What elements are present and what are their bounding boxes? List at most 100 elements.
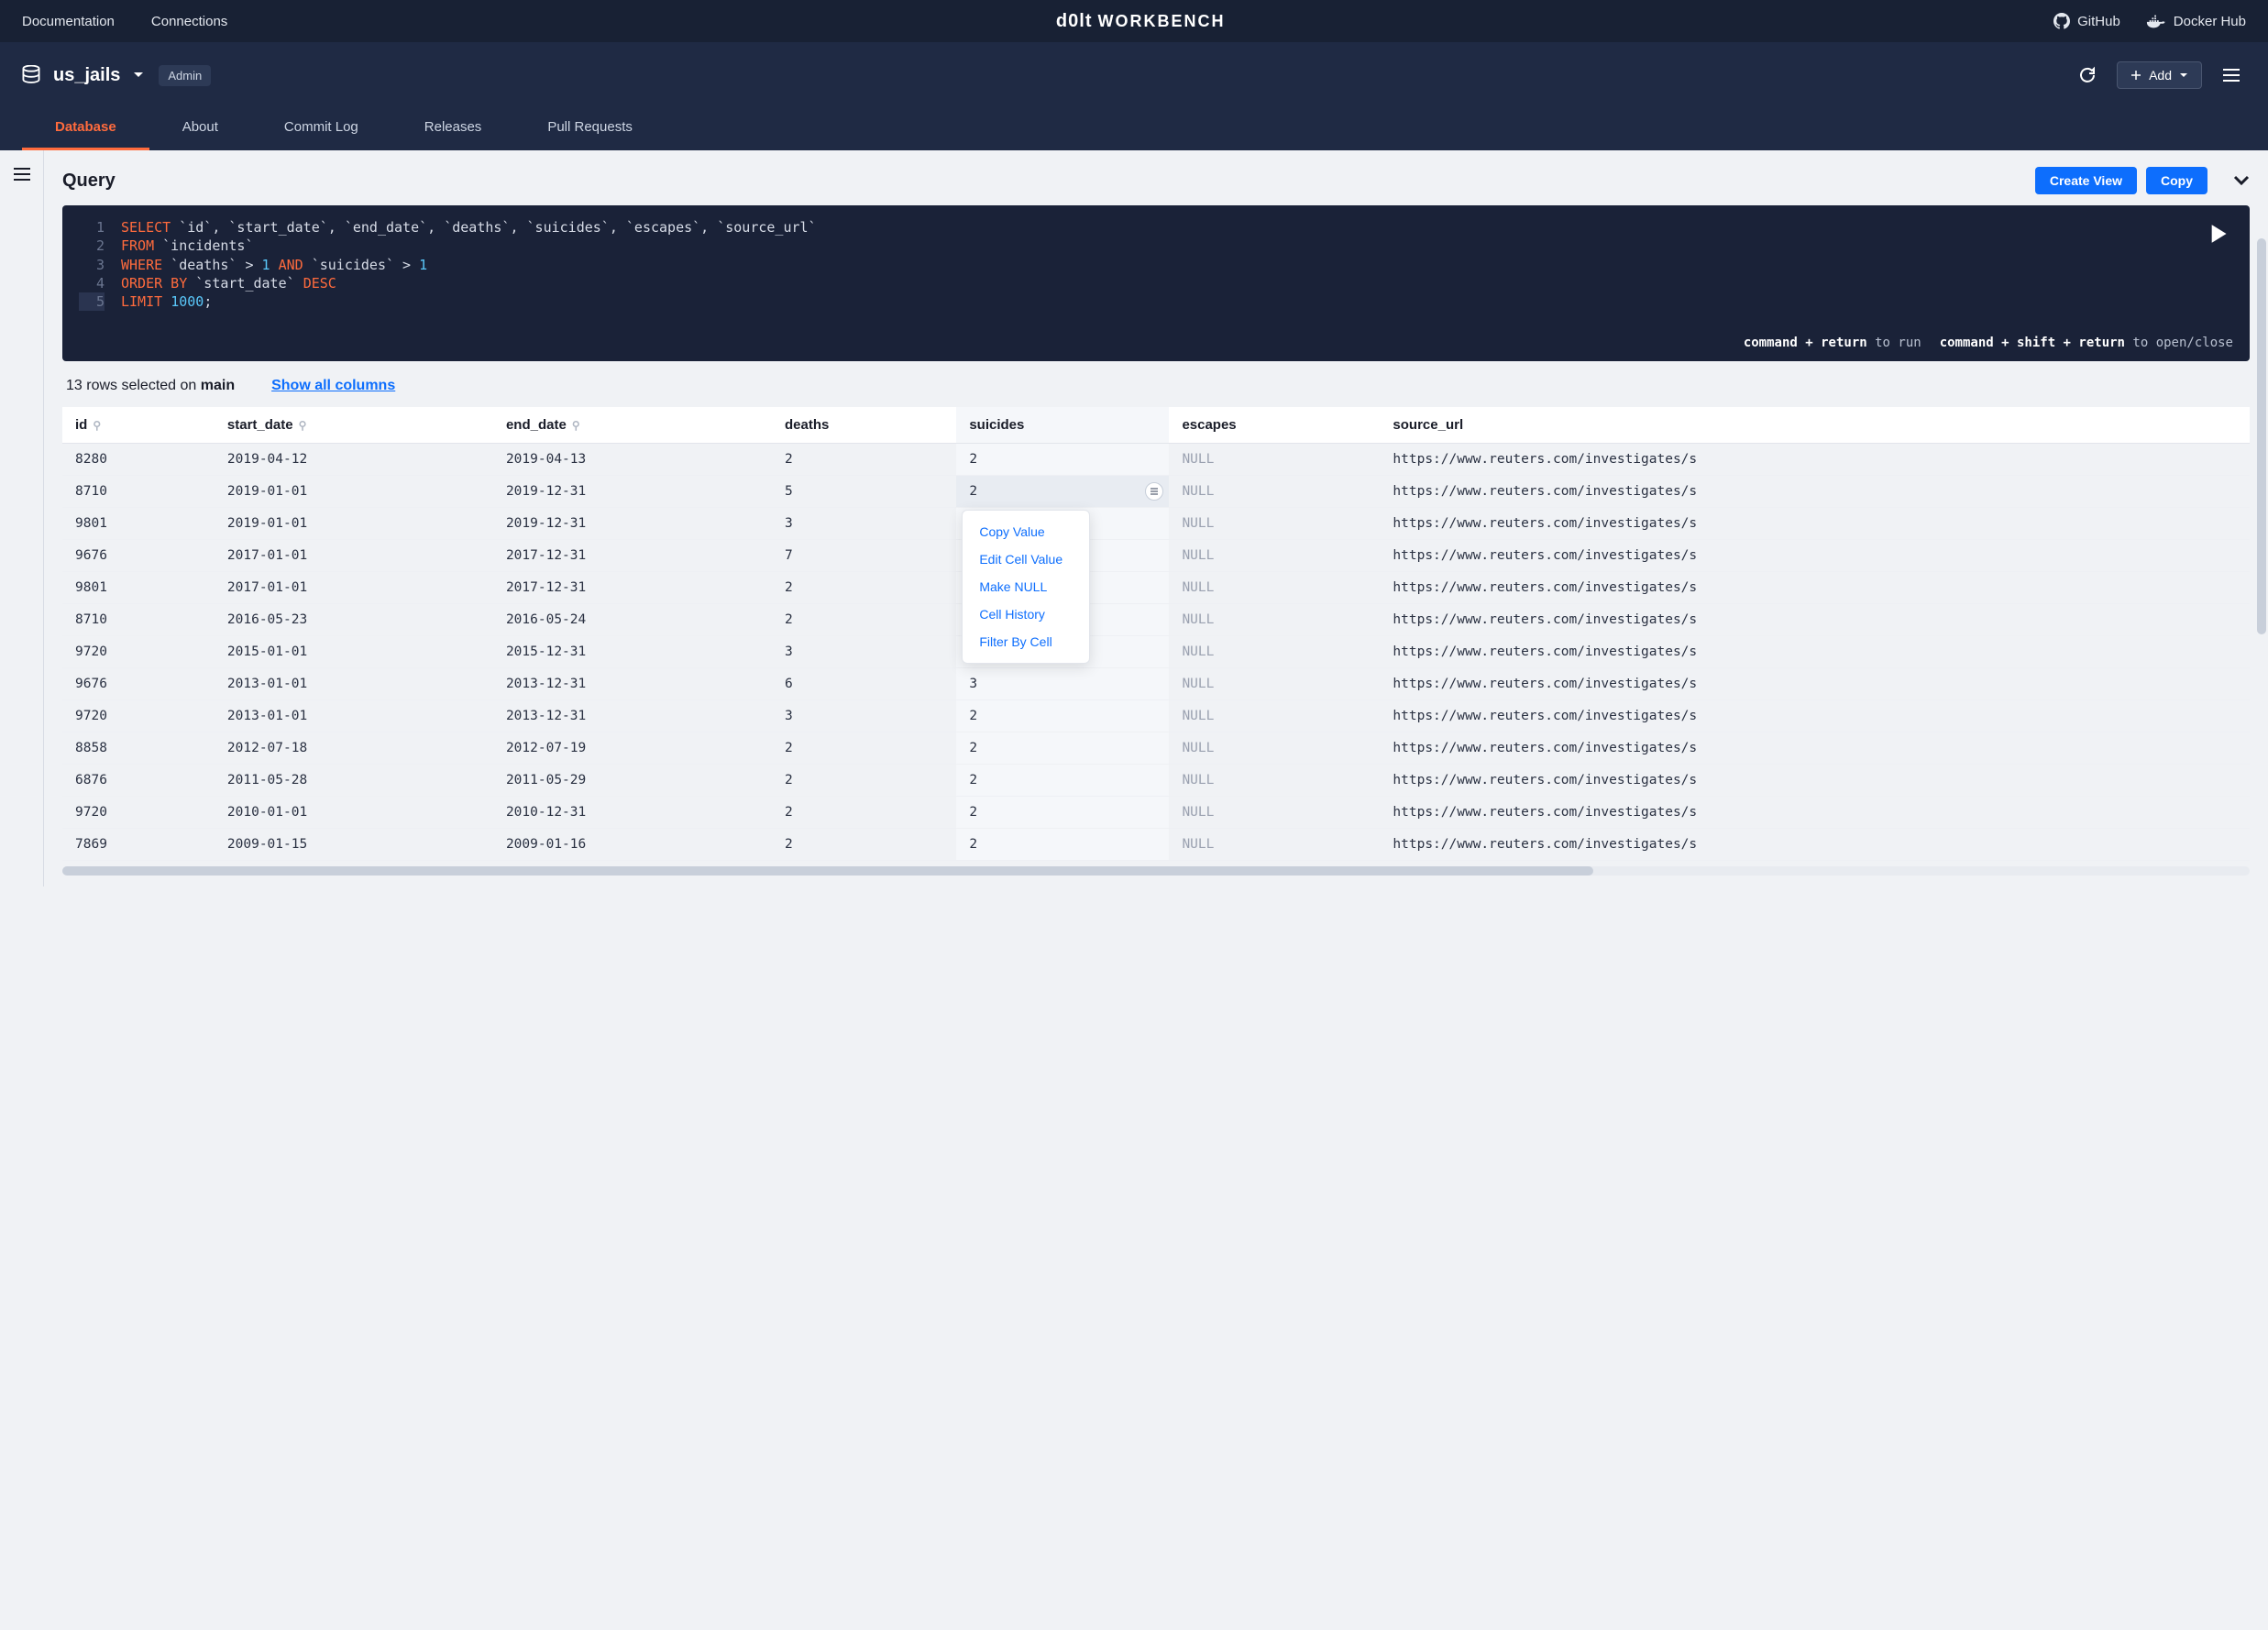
- cell[interactable]: 2013-12-31: [493, 700, 772, 732]
- cell[interactable]: NULL: [1169, 572, 1380, 604]
- cell[interactable]: https://www.reuters.com/investigates/s: [1380, 636, 2250, 668]
- cell[interactable]: NULL: [1169, 829, 1380, 861]
- cell[interactable]: NULL: [1169, 797, 1380, 829]
- cell[interactable]: 2010-12-31: [493, 797, 772, 829]
- cell[interactable]: 2: [956, 700, 1169, 732]
- cell[interactable]: 2019-01-01: [215, 476, 493, 508]
- cell[interactable]: 2019-04-12: [215, 444, 493, 476]
- cell[interactable]: 2012-07-19: [493, 732, 772, 765]
- cell[interactable]: 2016-05-23: [215, 604, 493, 636]
- cell[interactable]: https://www.reuters.com/investigates/s: [1380, 797, 2250, 829]
- cell[interactable]: 9720: [62, 700, 215, 732]
- cell[interactable]: 2019-12-31: [493, 508, 772, 540]
- cell[interactable]: NULL: [1169, 444, 1380, 476]
- cell[interactable]: 6: [772, 668, 956, 700]
- cell[interactable]: https://www.reuters.com/investigates/s: [1380, 540, 2250, 572]
- cell[interactable]: 2013-01-01: [215, 700, 493, 732]
- cell[interactable]: 2: [772, 829, 956, 861]
- database-selector[interactable]: us_jails: [22, 65, 144, 86]
- cell[interactable]: NULL: [1169, 668, 1380, 700]
- cell[interactable]: 7: [772, 540, 956, 572]
- cell[interactable]: 2: [956, 829, 1169, 861]
- cell[interactable]: 2015-12-31: [493, 636, 772, 668]
- cell[interactable]: 2016-05-24: [493, 604, 772, 636]
- cell[interactable]: 3: [956, 668, 1169, 700]
- cell[interactable]: https://www.reuters.com/investigates/s: [1380, 700, 2250, 732]
- cell[interactable]: 2: [956, 765, 1169, 797]
- link-documentation[interactable]: Documentation: [22, 14, 115, 29]
- cell[interactable]: 2017-12-31: [493, 540, 772, 572]
- cell[interactable]: 6876: [62, 765, 215, 797]
- context-menu-item[interactable]: Copy Value: [963, 518, 1089, 545]
- cell[interactable]: 9801: [62, 508, 215, 540]
- cell[interactable]: 5: [772, 476, 956, 508]
- cell-menu-button[interactable]: [1145, 482, 1163, 501]
- horizontal-scrollbar[interactable]: [62, 866, 2250, 876]
- column-header-escapes[interactable]: escapes: [1169, 407, 1380, 444]
- link-connections[interactable]: Connections: [151, 14, 227, 29]
- horizontal-scrollbar-thumb[interactable]: [62, 866, 1593, 876]
- cell[interactable]: 2011-05-28: [215, 765, 493, 797]
- cell[interactable]: 3: [772, 508, 956, 540]
- cell[interactable]: https://www.reuters.com/investigates/s: [1380, 572, 2250, 604]
- cell[interactable]: NULL: [1169, 476, 1380, 508]
- cell[interactable]: 8280: [62, 444, 215, 476]
- cell[interactable]: 9720: [62, 797, 215, 829]
- tab-about[interactable]: About: [149, 108, 251, 150]
- cell[interactable]: 9720: [62, 636, 215, 668]
- cell[interactable]: 2013-12-31: [493, 668, 772, 700]
- cell[interactable]: https://www.reuters.com/investigates/s: [1380, 732, 2250, 765]
- cell[interactable]: https://www.reuters.com/investigates/s: [1380, 444, 2250, 476]
- cell[interactable]: 2: [956, 732, 1169, 765]
- link-docker[interactable]: Docker Hub: [2146, 13, 2246, 29]
- context-menu-item[interactable]: Filter By Cell: [963, 628, 1089, 655]
- cell[interactable]: 2019-01-01: [215, 508, 493, 540]
- cell[interactable]: 2012-07-18: [215, 732, 493, 765]
- column-header-source_url[interactable]: source_url: [1380, 407, 2250, 444]
- cell[interactable]: https://www.reuters.com/investigates/s: [1380, 668, 2250, 700]
- cell[interactable]: 2019-04-13: [493, 444, 772, 476]
- cell[interactable]: 8710: [62, 604, 215, 636]
- cell[interactable]: 2013-01-01: [215, 668, 493, 700]
- cell[interactable]: 2019-12-31: [493, 476, 772, 508]
- add-button[interactable]: Add: [2117, 61, 2202, 89]
- sidebar-toggle-button[interactable]: [13, 167, 31, 887]
- cell[interactable]: NULL: [1169, 700, 1380, 732]
- cell[interactable]: NULL: [1169, 540, 1380, 572]
- cell[interactable]: https://www.reuters.com/investigates/s: [1380, 508, 2250, 540]
- cell[interactable]: https://www.reuters.com/investigates/s: [1380, 604, 2250, 636]
- cell[interactable]: 8858: [62, 732, 215, 765]
- cell[interactable]: 9801: [62, 572, 215, 604]
- context-menu-item[interactable]: Cell History: [963, 600, 1089, 628]
- cell[interactable]: 2: [772, 604, 956, 636]
- context-menu-item[interactable]: Edit Cell Value: [963, 545, 1089, 573]
- menu-button[interactable]: [2217, 62, 2246, 88]
- cell[interactable]: 2017-01-01: [215, 540, 493, 572]
- column-header-suicides[interactable]: suicides: [956, 407, 1169, 444]
- create-view-button[interactable]: Create View: [2035, 167, 2137, 194]
- vertical-scrollbar-thumb[interactable]: [2257, 238, 2266, 634]
- tab-database[interactable]: Database: [22, 108, 149, 150]
- link-github[interactable]: GitHub: [2053, 13, 2120, 29]
- show-all-columns-link[interactable]: Show all columns: [271, 378, 395, 394]
- cell[interactable]: 2010-01-01: [215, 797, 493, 829]
- cell[interactable]: 2: [956, 476, 1169, 508]
- copy-button[interactable]: Copy: [2146, 167, 2207, 194]
- cell[interactable]: 2009-01-15: [215, 829, 493, 861]
- vertical-scrollbar[interactable]: [2257, 238, 2266, 678]
- cell[interactable]: NULL: [1169, 732, 1380, 765]
- cell[interactable]: 2015-01-01: [215, 636, 493, 668]
- cell[interactable]: https://www.reuters.com/investigates/s: [1380, 476, 2250, 508]
- cell[interactable]: 2: [772, 572, 956, 604]
- cell[interactable]: 2011-05-29: [493, 765, 772, 797]
- cell[interactable]: https://www.reuters.com/investigates/s: [1380, 829, 2250, 861]
- cell[interactable]: 2: [772, 444, 956, 476]
- column-header-deaths[interactable]: deaths: [772, 407, 956, 444]
- cell[interactable]: NULL: [1169, 765, 1380, 797]
- cell[interactable]: 3: [772, 636, 956, 668]
- cell[interactable]: 2: [772, 797, 956, 829]
- cell[interactable]: 3: [772, 700, 956, 732]
- tab-pull-requests[interactable]: Pull Requests: [514, 108, 666, 150]
- column-header-end_date[interactable]: end_date⚲: [493, 407, 772, 444]
- cell[interactable]: 2017-01-01: [215, 572, 493, 604]
